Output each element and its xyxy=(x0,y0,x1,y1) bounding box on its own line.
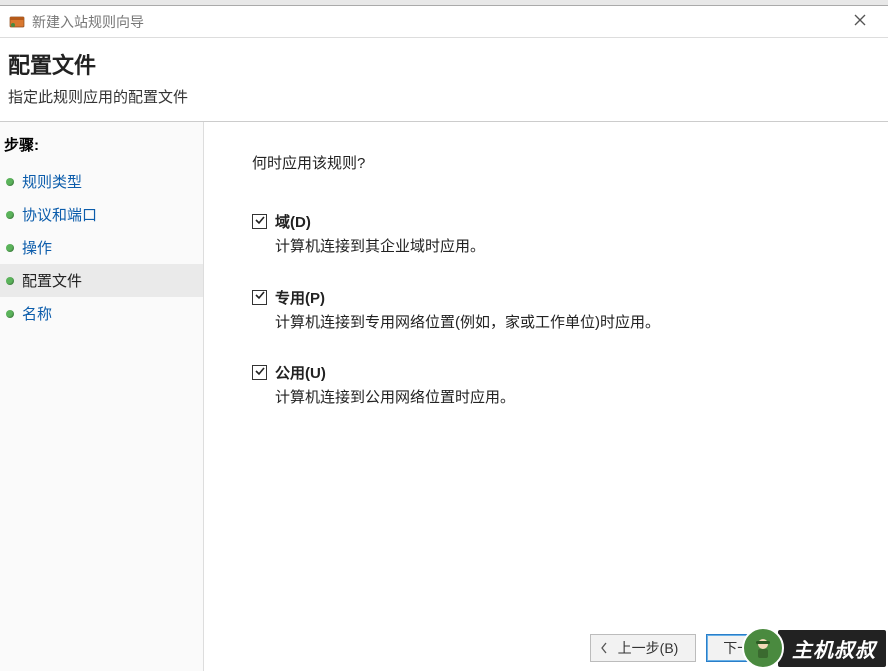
window-title: 新建入站规则向导 xyxy=(32,12,144,32)
back-button[interactable]: 上一步(B) xyxy=(590,634,696,662)
checkbox-label: 公用(U) xyxy=(275,362,326,383)
checkmark-icon xyxy=(254,213,266,231)
checkbox-public[interactable] xyxy=(252,365,267,380)
bullet-icon xyxy=(6,244,14,252)
checkbox-private[interactable] xyxy=(252,290,267,305)
steps-sidebar: 步骤: 规则类型 协议和端口 操作 配置文件 名称 xyxy=(0,122,204,671)
step-name[interactable]: 名称 xyxy=(0,297,203,330)
step-label: 操作 xyxy=(22,237,52,258)
question-text: 何时应用该规则? xyxy=(252,152,888,173)
checkmark-icon xyxy=(254,364,266,382)
bullet-icon xyxy=(6,178,14,186)
step-rule-type[interactable]: 规则类型 xyxy=(0,165,203,198)
checkmark-icon xyxy=(254,288,266,306)
step-protocol-port[interactable]: 协议和端口 xyxy=(0,198,203,231)
step-label: 配置文件 xyxy=(22,270,82,291)
close-icon xyxy=(854,13,866,31)
checkbox-label: 域(D) xyxy=(275,211,311,232)
page-subtitle: 指定此规则应用的配置文件 xyxy=(8,86,880,107)
checkbox-row-private: 专用(P) 计算机连接到专用网络位置(例如，家或工作单位)时应用。 xyxy=(252,287,888,335)
checkbox-row-domain: 域(D) 计算机连接到其企业域时应用。 xyxy=(252,211,888,259)
close-button[interactable] xyxy=(840,8,880,36)
step-action[interactable]: 操作 xyxy=(0,231,203,264)
next-button[interactable]: 下一步(N) xyxy=(706,634,812,662)
checkbox-desc: 计算机连接到专用网络位置(例如，家或工作单位)时应用。 xyxy=(275,312,888,335)
steps-heading: 步骤: xyxy=(0,128,203,165)
step-label: 规则类型 xyxy=(22,171,82,192)
page-title: 配置文件 xyxy=(8,48,880,80)
checkbox-domain[interactable] xyxy=(252,214,267,229)
titlebar: 新建入站规则向导 xyxy=(0,6,888,38)
step-profile[interactable]: 配置文件 xyxy=(0,264,203,297)
checkbox-desc: 计算机连接到公用网络位置时应用。 xyxy=(275,387,888,410)
checkbox-desc: 计算机连接到其企业域时应用。 xyxy=(275,236,888,259)
chevron-left-icon xyxy=(599,642,609,654)
step-label: 协议和端口 xyxy=(22,204,97,225)
wizard-button-bar: 上一步(B) 下一步(N) xyxy=(590,634,872,662)
bullet-icon xyxy=(6,310,14,318)
wizard-header: 配置文件 指定此规则应用的配置文件 xyxy=(0,38,888,121)
step-label: 名称 xyxy=(22,303,52,324)
next-button-label: 下一步(N) xyxy=(715,638,793,658)
wizard-content: 何时应用该规则? 域(D) 计算机连接到其企业域时应用。 xyxy=(204,122,888,671)
checkbox-label: 专用(P) xyxy=(275,287,325,308)
wizard-body: 步骤: 规则类型 协议和端口 操作 配置文件 名称 何时应用该规则? xyxy=(0,121,888,671)
bullet-icon xyxy=(6,211,14,219)
cancel-button[interactable] xyxy=(822,634,872,662)
bullet-icon xyxy=(6,277,14,285)
chevron-right-icon xyxy=(793,642,803,654)
back-button-label: 上一步(B) xyxy=(609,638,687,658)
firewall-wizard-icon xyxy=(8,13,26,31)
checkbox-row-public: 公用(U) 计算机连接到公用网络位置时应用。 xyxy=(252,362,888,410)
